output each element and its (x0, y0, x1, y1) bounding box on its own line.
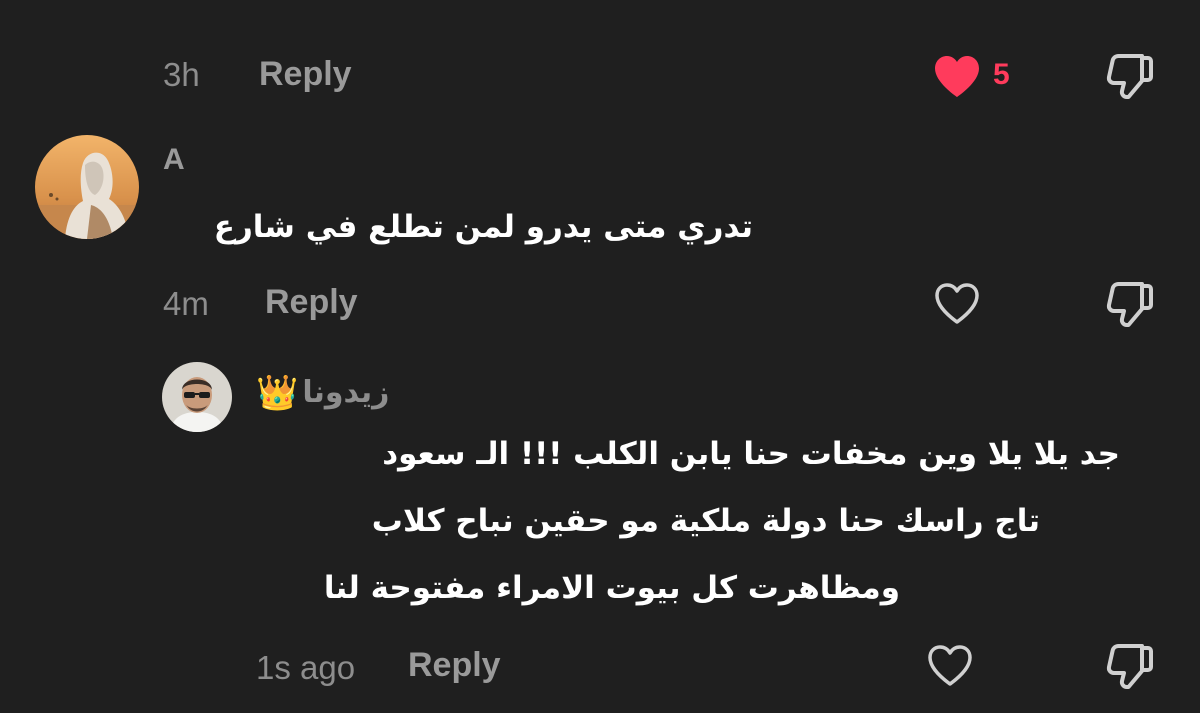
avatar-image (35, 135, 139, 239)
like-button[interactable] (925, 642, 975, 688)
like-button[interactable] (932, 53, 982, 99)
dislike-button[interactable] (1104, 52, 1156, 100)
reply-button[interactable]: Reply (408, 648, 501, 682)
comment-timestamp: 4m (163, 285, 209, 322)
comment-username: زيدونا (302, 375, 390, 410)
dislike-button[interactable] (1104, 280, 1156, 328)
heart-icon (928, 645, 972, 686)
comment-timestamp: 1s ago (256, 649, 356, 686)
comment-text-line: جد يلا يلا وين مخفات حنا يابن الكلب !!! … (382, 436, 1120, 472)
avatar[interactable] (162, 362, 232, 432)
dislike-button[interactable] (1104, 642, 1156, 690)
comment-text-line: ومظاهرت كل بيوت الامراء مفتوحة لنا (323, 570, 900, 606)
avatar-image (162, 362, 232, 432)
thumbs-down-icon (1106, 282, 1153, 327)
avatar[interactable] (35, 135, 139, 239)
comment-timestamp: 3h (163, 56, 200, 93)
reply-button[interactable]: Reply (259, 57, 352, 91)
crown-icon: 👑 (256, 373, 299, 413)
like-count: 5 (993, 58, 1010, 91)
heart-icon (935, 283, 979, 324)
reply-button[interactable]: Reply (265, 285, 358, 319)
heart-icon (935, 56, 979, 97)
comment-username-row[interactable]: 👑 زيدونا (256, 372, 389, 414)
thumbs-down-icon (1106, 54, 1153, 99)
like-button[interactable] (932, 280, 982, 326)
comment-text: تدري متى يدرو لمن تطلع في شارع (213, 209, 753, 245)
comment-username[interactable]: A (163, 145, 185, 175)
thumbs-down-icon (1106, 644, 1153, 689)
comment-text-line: تاج راسك حنا دولة ملكية مو حقين نباح كلا… (371, 503, 1040, 539)
